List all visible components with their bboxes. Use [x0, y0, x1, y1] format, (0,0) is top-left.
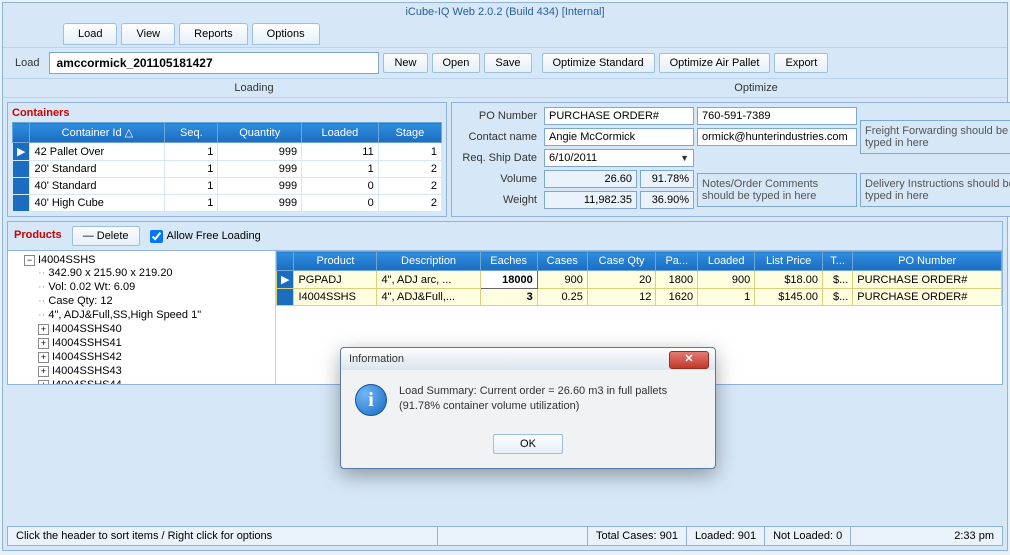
- contact-email-field[interactable]: ormick@hunterindustries.com: [697, 128, 857, 146]
- col-po-number[interactable]: PO Number: [853, 252, 1002, 271]
- po-phone-field[interactable]: 760-591-7389: [697, 107, 857, 125]
- req-ship-date-field[interactable]: 6/10/2011 ▼: [544, 149, 694, 167]
- expand-icon[interactable]: +: [38, 338, 49, 349]
- delete-button[interactable]: — Delete: [72, 226, 140, 246]
- table-row[interactable]: ▶ PGPADJ 4", ADJ arc, ... 18000 900 20 1…: [277, 271, 1002, 289]
- expand-icon[interactable]: +: [38, 352, 49, 363]
- col-seq[interactable]: Seq.: [165, 123, 218, 143]
- app-title: iCube-IQ Web 2.0.2 (Build 434) [Internal…: [3, 3, 1007, 21]
- load-label: Load: [9, 57, 45, 69]
- product-tree[interactable]: −I4004SSHS 342.90 x 215.90 x 219.20 Vol:…: [8, 251, 276, 384]
- status-not-loaded: Not Loaded: 0: [765, 527, 851, 545]
- col-description[interactable]: Description: [377, 252, 480, 271]
- export-button[interactable]: Export: [774, 53, 828, 73]
- toolbar: Load New Open Save Optimize Standard Opt…: [3, 48, 1007, 79]
- weight-percent: 36.90%: [640, 191, 694, 209]
- volume-value: 26.60: [544, 170, 637, 188]
- products-grid[interactable]: Product Description Eaches Cases Case Qt…: [276, 251, 1002, 306]
- information-dialog: Information ✕ i Load Summary: Current or…: [340, 347, 716, 469]
- order-panel: PO Number PURCHASE ORDER# 760-591-7389 F…: [451, 102, 1010, 217]
- tree-item[interactable]: +I4004SSHS43: [38, 364, 273, 378]
- col-product[interactable]: Product: [294, 252, 377, 271]
- expand-icon[interactable]: +: [38, 324, 49, 335]
- tree-info: Case Qty: 12: [38, 294, 273, 308]
- containers-title: Containers: [12, 107, 442, 119]
- status-total-cases: Total Cases: 901: [588, 527, 687, 545]
- status-blank: [438, 527, 588, 545]
- tree-info: 4", ADJ&Full,SS,High Speed 1": [38, 308, 273, 322]
- collapse-icon[interactable]: −: [24, 255, 35, 266]
- optimize-section-label: Optimize: [505, 79, 1007, 98]
- order-comments-note[interactable]: Notes/Order Comments should be typed in …: [697, 173, 857, 207]
- minus-icon: —: [83, 230, 94, 242]
- col-stage[interactable]: Stage: [378, 123, 441, 143]
- close-icon: ✕: [684, 353, 693, 365]
- optimize-air-pallet-button[interactable]: Optimize Air Pallet: [659, 53, 771, 73]
- table-row[interactable]: I4004SSHS 4", ADJ&Full,... 3 0.25 12 162…: [277, 289, 1002, 306]
- new-button[interactable]: New: [383, 53, 427, 73]
- tree-item[interactable]: +I4004SSHS41: [38, 336, 273, 350]
- optimize-standard-button[interactable]: Optimize Standard: [542, 53, 655, 73]
- col-container-id[interactable]: Container Id: [30, 123, 165, 143]
- save-button[interactable]: Save: [484, 53, 531, 73]
- table-row[interactable]: 40' High Cube199902: [13, 195, 442, 212]
- close-button[interactable]: ✕: [669, 351, 709, 369]
- info-icon: i: [355, 384, 387, 416]
- open-button[interactable]: Open: [432, 53, 481, 73]
- col-loaded[interactable]: Loaded: [302, 123, 379, 143]
- po-number-field[interactable]: PURCHASE ORDER#: [544, 107, 694, 125]
- po-number-label: PO Number: [456, 110, 541, 122]
- menu-reports[interactable]: Reports: [179, 23, 248, 45]
- tree-item[interactable]: +I4004SSHS42: [38, 350, 273, 364]
- req-ship-date-label: Req. Ship Date: [456, 152, 541, 164]
- ok-button[interactable]: OK: [493, 434, 563, 454]
- volume-percent: 91.78%: [640, 170, 694, 188]
- tree-info: 342.90 x 215.90 x 219.20: [38, 266, 273, 280]
- col-loaded[interactable]: Loaded: [698, 252, 755, 271]
- contact-name-label: Contact name: [456, 131, 541, 143]
- menu-bar: Load View Reports Options: [3, 21, 1007, 48]
- menu-view[interactable]: View: [121, 23, 175, 45]
- tree-item[interactable]: +I4004SSHS44: [38, 378, 273, 384]
- dialog-title: Information: [349, 353, 404, 365]
- col-t[interactable]: T...: [822, 252, 852, 271]
- col-cases[interactable]: Cases: [537, 252, 587, 271]
- col-pa[interactable]: Pa...: [656, 252, 698, 271]
- chevron-down-icon: ▼: [680, 153, 689, 163]
- row-marker-header: [13, 123, 30, 143]
- loading-section-label: Loading: [3, 79, 505, 98]
- col-eaches[interactable]: Eaches: [480, 252, 537, 271]
- expand-icon[interactable]: +: [38, 366, 49, 377]
- weight-value: 11,982.35: [544, 191, 637, 209]
- containers-grid[interactable]: Container Id Seq. Quantity Loaded Stage …: [12, 122, 442, 212]
- delivery-instructions-note[interactable]: Delivery Instructions should be typed in…: [860, 173, 1010, 207]
- load-name-input[interactable]: [49, 52, 379, 74]
- status-time: 2:33 pm: [946, 527, 1002, 545]
- products-title: Products: [14, 229, 62, 241]
- col-list-price[interactable]: List Price: [755, 252, 823, 271]
- table-row[interactable]: ▶42 Pallet Over1999111: [13, 143, 442, 161]
- status-bar: Click the header to sort items / Right c…: [7, 526, 1003, 546]
- expand-icon[interactable]: +: [38, 380, 49, 384]
- freight-forwarding-note[interactable]: Freight Forwarding should be typed in he…: [860, 120, 1010, 154]
- col-case-qty[interactable]: Case Qty: [587, 252, 656, 271]
- weight-label: Weight: [456, 194, 541, 206]
- menu-load[interactable]: Load: [63, 23, 117, 45]
- contact-name-field[interactable]: Angie McCormick: [544, 128, 694, 146]
- tree-item[interactable]: +I4004SSHS40: [38, 322, 273, 336]
- row-marker-header: [277, 252, 294, 271]
- menu-options[interactable]: Options: [252, 23, 320, 45]
- dialog-message: Load Summary: Current order = 26.60 m3 i…: [399, 384, 667, 415]
- tree-info: Vol: 0.02 Wt: 6.09: [38, 280, 273, 294]
- volume-label: Volume: [456, 173, 541, 185]
- col-quantity[interactable]: Quantity: [218, 123, 302, 143]
- table-row[interactable]: 40' Standard199902: [13, 178, 442, 195]
- allow-free-loading-checkbox[interactable]: Allow Free Loading: [150, 230, 261, 243]
- table-row[interactable]: 20' Standard199912: [13, 161, 442, 178]
- status-loaded: Loaded: 901: [687, 527, 765, 545]
- containers-panel: Containers Container Id Seq. Quantity Lo…: [7, 102, 447, 217]
- status-hint: Click the header to sort items / Right c…: [8, 527, 438, 545]
